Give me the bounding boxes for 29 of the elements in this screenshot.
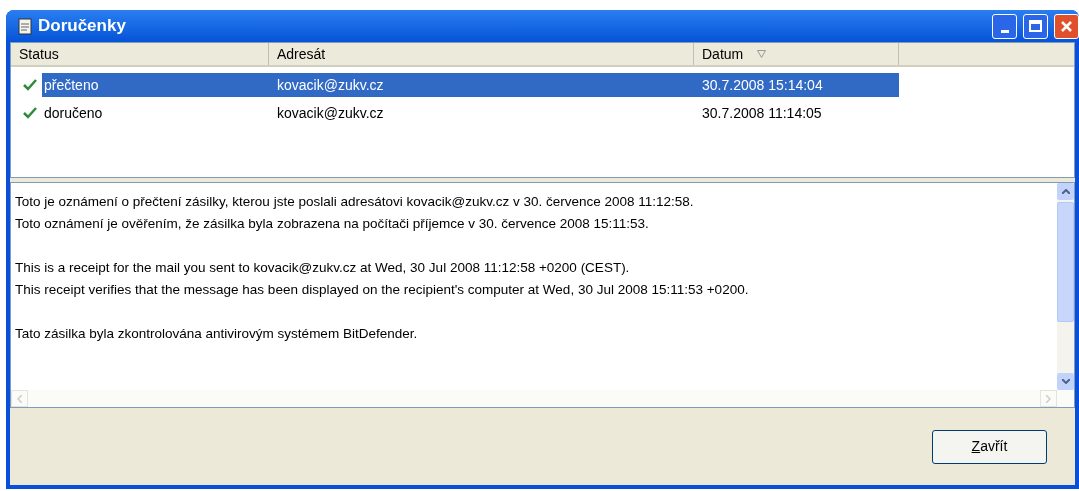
table-cell[interactable]: kovacik@zukv.cz [269, 101, 694, 125]
close-button[interactable] [1054, 13, 1079, 39]
close-dialog-button[interactable]: Zavřít [932, 429, 1047, 464]
close-icon [1060, 19, 1073, 33]
sort-arrow-icon [757, 50, 767, 58]
column-header[interactable]: Adresát [269, 43, 694, 65]
window-title: Doručenky [38, 15, 126, 38]
message-text: This is a receipt for the mail you sent to kovacik@zukv.cz at Wed, 30 Jul 2008 11:12:58 +0200 (CEST). [15, 259, 631, 277]
checkmark-icon [23, 107, 37, 119]
message-text: This receipt verifies that the message has been displayed on the recipient's computer at Wed, 30 Jul 2008 15:11:53 +0200. [15, 281, 750, 299]
table-cell[interactable]: 30.7.2008 11:14:05 [694, 101, 899, 125]
message-text: Tato zásilka byla zkontrolována antivirovým systémem BitDefender. [15, 325, 419, 343]
clipboard-icon [18, 17, 32, 35]
table-cell[interactable]: doručeno [42, 101, 269, 125]
message-text: Toto je oznámení o přečtení zásilky, kterou jste poslali adresátovi kovacik@zukv.cz v 30. července 2008 11:12:58. [15, 193, 695, 211]
horizontal-scrollbar[interactable] [11, 390, 1074, 407]
column-header[interactable]: Datum [694, 43, 899, 65]
minimize-button[interactable] [992, 13, 1017, 39]
table-cell[interactable]: 30.7.2008 15:14:04 [694, 73, 899, 97]
vertical-scrollbar[interactable] [1057, 183, 1074, 390]
maximize-icon [1029, 20, 1042, 32]
maximize-button[interactable] [1023, 13, 1048, 39]
minimize-icon [1000, 29, 1009, 33]
table-cell[interactable]: kovacik@zukv.cz [269, 73, 694, 97]
message-text: Toto oznámení je ověřením, že zásilka byla zobrazena na počítači příjemce v 30. července 2008 15:11:53. [15, 215, 650, 233]
checkmark-icon [23, 79, 37, 91]
column-header[interactable]: Status [11, 43, 269, 65]
table-cell[interactable]: přečteno [42, 73, 269, 97]
scrollbar-thumb[interactable] [1057, 202, 1074, 322]
